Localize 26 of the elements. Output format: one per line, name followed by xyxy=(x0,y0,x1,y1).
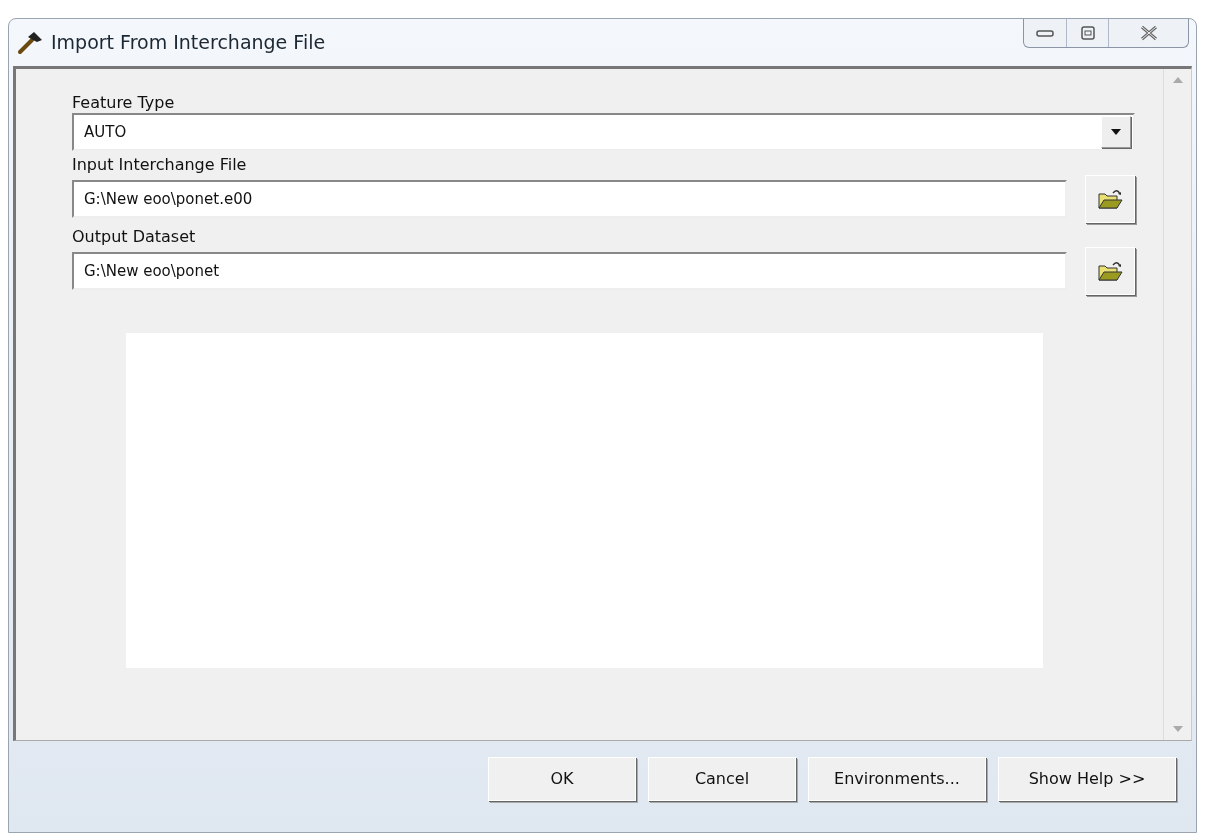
browse-button[interactable] xyxy=(1085,247,1135,295)
scroll-up-icon[interactable] xyxy=(1172,77,1183,83)
dialog-button[interactable]: Cancel xyxy=(648,757,796,801)
hammer-icon xyxy=(17,30,43,55)
close-icon xyxy=(1138,25,1159,41)
scroll-down-icon[interactable] xyxy=(1172,726,1183,732)
input-field[interactable]: G:\New eoo\ponet xyxy=(72,252,1067,290)
minimize-icon xyxy=(1035,28,1055,38)
dropdown-button[interactable] xyxy=(1101,116,1131,148)
field-value: G:\New eoo\ponet.e00 xyxy=(84,188,253,210)
open-folder-icon xyxy=(1097,188,1123,210)
open-folder-icon xyxy=(1097,260,1123,282)
parameter-label: Feature Type xyxy=(72,93,176,113)
window-title: Import From Interchange File xyxy=(51,30,326,56)
field-value: G:\New eoo\ponet xyxy=(84,260,220,282)
dialog-button[interactable]: Environments... xyxy=(808,757,986,801)
maximize-icon xyxy=(1079,25,1096,41)
caret-icon xyxy=(1111,129,1121,135)
input-field[interactable]: G:\New eoo\ponet.e00 xyxy=(72,180,1067,218)
parameter-label: Output Dataset xyxy=(72,227,197,247)
dialog-button[interactable]: OK xyxy=(488,757,636,801)
dropdown-field[interactable]: AUTO xyxy=(72,113,1135,151)
browse-button[interactable] xyxy=(1085,175,1135,223)
dialog-button[interactable]: Show Help >> xyxy=(998,757,1176,801)
field-value: AUTO xyxy=(84,121,127,143)
parameter-label: Input Interchange File xyxy=(72,155,248,175)
